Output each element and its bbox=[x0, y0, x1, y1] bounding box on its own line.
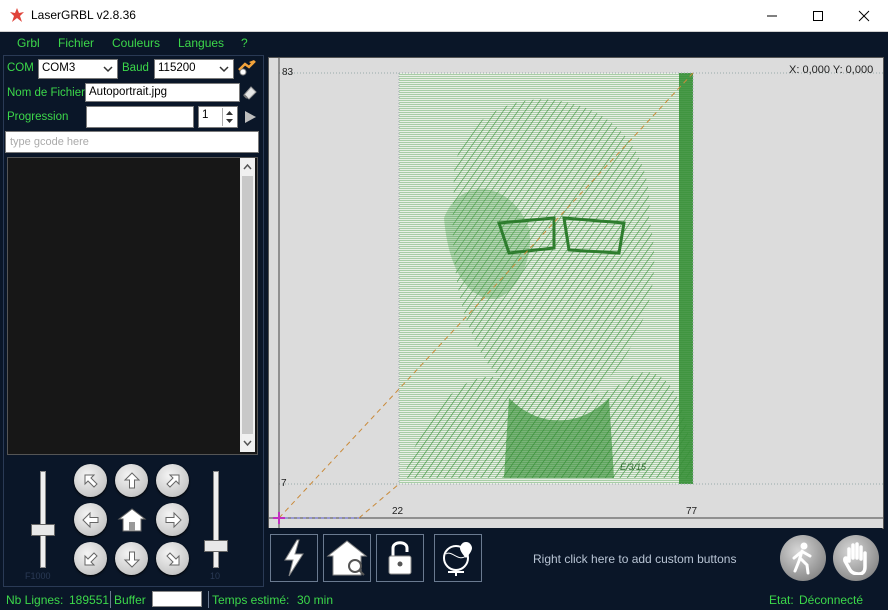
hand-stop-icon bbox=[843, 542, 867, 575]
lines-value: 189551 bbox=[69, 593, 110, 607]
console-scrollbar[interactable] bbox=[240, 158, 255, 452]
arrow-down-right-icon bbox=[165, 551, 179, 565]
buffer-label: Buffer bbox=[114, 593, 146, 607]
maximize-button[interactable] bbox=[795, 0, 841, 31]
home-icon bbox=[117, 507, 146, 531]
speed-slider[interactable] bbox=[25, 466, 61, 576]
coordinates-readout: X: 0,000 Y: 0,000 bbox=[789, 64, 874, 76]
baud-select[interactable]: 115200 bbox=[154, 59, 234, 79]
jog-up-right-button[interactable] bbox=[156, 464, 189, 497]
gcode-input[interactable]: type gcode here bbox=[5, 131, 259, 153]
globe-icon bbox=[443, 542, 472, 576]
arrow-up-left-icon bbox=[84, 474, 98, 488]
reset-lightning-icon bbox=[284, 539, 304, 577]
grbl-reset-button[interactable] bbox=[270, 534, 318, 582]
status-separator bbox=[208, 591, 209, 608]
menu-help[interactable]: ? bbox=[241, 36, 248, 50]
scroll-arrows-icon bbox=[242, 163, 253, 447]
maximize-icon bbox=[813, 10, 823, 21]
menu-couleurs[interactable]: Couleurs bbox=[112, 36, 160, 50]
preview-canvas[interactable] bbox=[268, 57, 884, 529]
image-signature: E/3/15 bbox=[620, 462, 647, 472]
laser-icon bbox=[238, 60, 256, 76]
slider-thumb[interactable] bbox=[31, 524, 55, 536]
com-label: COM bbox=[7, 62, 34, 74]
step-slider-label: 10 bbox=[210, 571, 221, 581]
resume-button[interactable] bbox=[780, 535, 826, 581]
arrow-down-left-icon bbox=[84, 551, 98, 565]
jog-up-button[interactable] bbox=[115, 464, 148, 497]
homing-icon bbox=[326, 540, 368, 576]
com-value: COM3 bbox=[42, 62, 76, 74]
state-value: Déconnecté bbox=[799, 593, 864, 607]
stop-button[interactable] bbox=[833, 535, 879, 581]
copies-value: 1 bbox=[202, 109, 209, 121]
time-value: 30 min bbox=[297, 593, 334, 607]
step-slider[interactable] bbox=[198, 466, 234, 576]
close-icon bbox=[858, 10, 870, 21]
jog-down-button[interactable] bbox=[115, 542, 148, 575]
erase-icon bbox=[243, 86, 257, 100]
speed-slider-label: F1000 bbox=[25, 571, 51, 581]
set-origin-button[interactable] bbox=[434, 534, 482, 582]
baud-label: Baud bbox=[122, 62, 149, 74]
jog-right-button[interactable] bbox=[156, 503, 189, 536]
lines-label: Nb Lignes: bbox=[6, 593, 64, 607]
progress-bar bbox=[86, 106, 194, 128]
arrow-up-right-icon bbox=[165, 474, 179, 488]
jog-left-button[interactable] bbox=[74, 503, 107, 536]
stepper-arrows[interactable] bbox=[222, 108, 236, 126]
menu-langues[interactable]: Langues bbox=[178, 36, 224, 50]
preview-drawing bbox=[269, 58, 883, 528]
arrow-right-icon bbox=[165, 511, 182, 528]
unlock-button[interactable] bbox=[376, 534, 424, 582]
walk-icon bbox=[792, 542, 812, 575]
portrait-engraving bbox=[399, 73, 693, 484]
chevron-down-icon bbox=[103, 66, 113, 73]
baud-value: 115200 bbox=[158, 62, 196, 74]
time-label: Temps estimé: bbox=[212, 593, 290, 607]
buffer-gauge bbox=[152, 591, 202, 607]
jog-home-button[interactable] bbox=[115, 503, 148, 536]
filename-label: Nom de Fichier bbox=[7, 87, 85, 99]
minimize-button[interactable] bbox=[749, 0, 795, 31]
slider-thumb[interactable] bbox=[204, 540, 228, 552]
open-file-button[interactable] bbox=[241, 84, 258, 101]
slider-track bbox=[213, 471, 219, 568]
connect-button[interactable] bbox=[237, 58, 258, 78]
play-icon bbox=[245, 111, 256, 123]
unlock-icon bbox=[388, 541, 412, 575]
x-left-label: 22 bbox=[392, 506, 404, 517]
filename-field[interactable]: Autoportrait.jpg bbox=[85, 83, 240, 102]
window-title: LaserGRBL v2.8.36 bbox=[31, 8, 136, 22]
y-bottom-label: 7 bbox=[281, 478, 287, 489]
gcode-placeholder: type gcode here bbox=[10, 136, 89, 148]
jog-up-left-button[interactable] bbox=[74, 464, 107, 497]
state-label: Etat: bbox=[769, 593, 794, 607]
x-right-label: 77 bbox=[686, 506, 698, 517]
arrow-left-icon bbox=[81, 511, 98, 528]
copies-stepper[interactable]: 1 bbox=[198, 106, 238, 128]
status-separator bbox=[110, 591, 111, 608]
com-select[interactable]: COM3 bbox=[38, 59, 118, 79]
progress-label: Progression bbox=[7, 111, 69, 123]
jog-down-left-button[interactable] bbox=[74, 542, 107, 575]
slider-track bbox=[40, 471, 46, 568]
close-button[interactable] bbox=[841, 0, 887, 31]
menu-fichier[interactable]: Fichier bbox=[58, 36, 94, 50]
custom-buttons-hint: Right click here to add custom buttons bbox=[533, 552, 737, 566]
arrow-down-icon bbox=[123, 551, 140, 568]
app-logo-icon bbox=[10, 8, 24, 22]
console-output bbox=[7, 157, 258, 455]
run-button[interactable] bbox=[242, 109, 258, 125]
jog-down-right-button[interactable] bbox=[156, 542, 189, 575]
menu-grbl[interactable]: Grbl bbox=[17, 36, 40, 50]
minimize-icon bbox=[767, 15, 777, 16]
chevron-down-icon bbox=[219, 66, 229, 73]
homing-button[interactable] bbox=[323, 534, 371, 582]
title-bar: LaserGRBL v2.8.36 bbox=[0, 0, 888, 32]
arrow-up-icon bbox=[123, 471, 140, 488]
y-top-label: 83 bbox=[282, 67, 294, 78]
stepper-icon bbox=[226, 111, 233, 123]
